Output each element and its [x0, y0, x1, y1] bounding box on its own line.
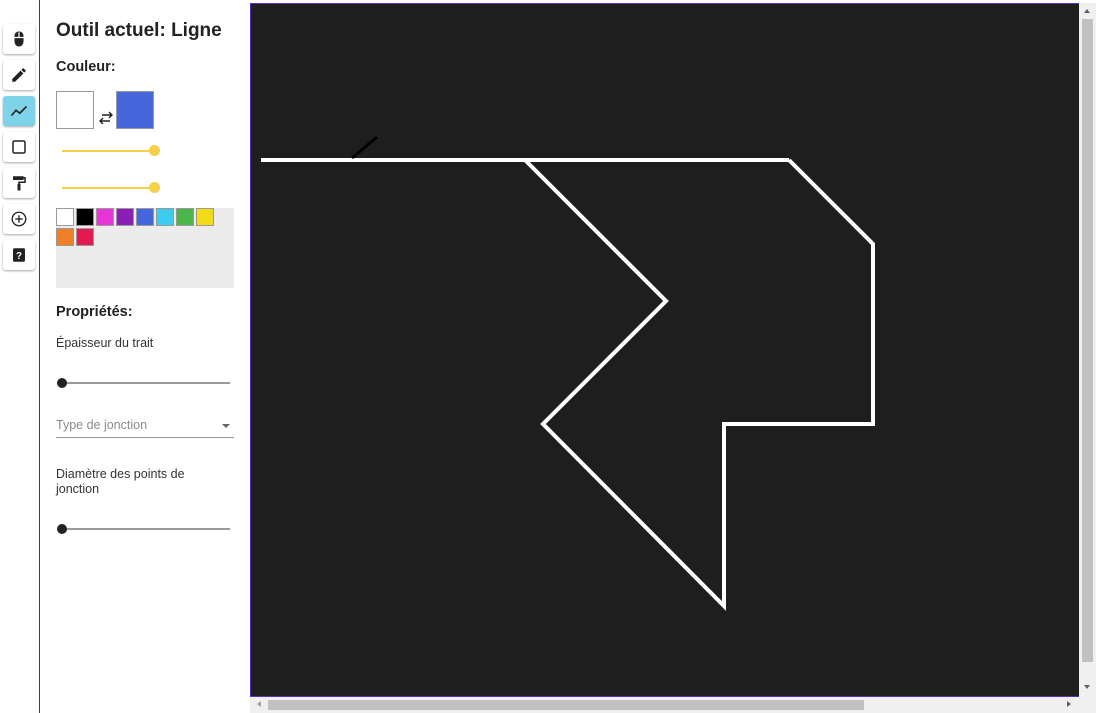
join-type-select[interactable]: Type de jonction [56, 417, 234, 438]
chevron-down-icon [222, 424, 230, 428]
scroll-up-icon[interactable] [1084, 9, 1090, 13]
primary-opacity-slider[interactable] [62, 145, 160, 157]
mouse-icon [14, 31, 24, 47]
square-icon [12, 140, 26, 154]
color-palette [56, 208, 234, 288]
slider-track [62, 150, 154, 152]
drawn-polyline-shape [523, 158, 875, 611]
vertical-scroll-thumb[interactable] [1082, 19, 1093, 662]
properties-panel: Outil actuel: Ligne Couleur: Propriétés:… [40, 0, 250, 713]
join-diameter-label: Diamètre des points de jonction [56, 467, 185, 496]
color-label: Couleur: [56, 59, 116, 75]
pencil-icon [12, 68, 26, 82]
secondary-color-swatch[interactable] [116, 91, 154, 129]
properties-label: Propriétés: [56, 304, 133, 320]
line-chart-icon [10, 105, 28, 117]
swap-colors-icon[interactable] [98, 111, 114, 125]
stroke-width-label: Épaisseur du trait [56, 336, 154, 350]
tool-rectangle-button[interactable] [3, 132, 35, 162]
slider-thumb[interactable] [57, 524, 67, 534]
drawing-surface[interactable] [251, 4, 1079, 697]
scroll-down-icon[interactable] [1084, 685, 1090, 689]
drawing-canvas[interactable] [250, 3, 1079, 697]
palette-swatch[interactable] [136, 208, 154, 226]
slider-track [60, 382, 230, 384]
line-tool-cursor [351, 135, 378, 160]
scroll-corner [1079, 697, 1096, 713]
slider-thumb[interactable] [148, 182, 160, 193]
paint-roller-icon [13, 176, 26, 191]
tool-pencil-button[interactable] [3, 60, 35, 90]
primary-color-swatch[interactable] [56, 91, 94, 129]
palette-swatch[interactable] [56, 228, 74, 246]
palette-swatch[interactable] [156, 208, 174, 226]
scroll-left-icon[interactable] [257, 701, 261, 707]
stroke-width-slider[interactable] [56, 377, 230, 389]
join-diameter-slider[interactable] [56, 523, 230, 535]
tool-add-button[interactable] [3, 204, 35, 234]
circle-plus-icon [11, 211, 27, 227]
scroll-right-icon[interactable] [1067, 701, 1071, 707]
palette-swatch[interactable] [56, 208, 74, 226]
page-title: Outil actuel: Ligne [56, 20, 222, 41]
tool-help-button[interactable]: ? [3, 240, 35, 270]
palette-swatch[interactable] [76, 208, 94, 226]
horizontal-scroll-thumb[interactable] [268, 700, 864, 710]
palette-swatch[interactable] [196, 208, 214, 226]
palette-swatch[interactable] [76, 228, 94, 246]
tool-select-button[interactable] [3, 24, 35, 54]
slider-track [62, 187, 154, 189]
svg-text:?: ? [16, 251, 22, 262]
palette-swatch[interactable] [116, 208, 134, 226]
horizontal-scrollbar[interactable] [250, 697, 1079, 713]
join-type-placeholder: Type de jonction [56, 418, 148, 432]
tool-line-button[interactable] [3, 96, 35, 126]
toolbar: ? [0, 0, 40, 713]
tool-paint-roller-button[interactable] [3, 168, 35, 198]
vertical-scrollbar[interactable] [1079, 3, 1096, 697]
slider-thumb[interactable] [57, 378, 67, 388]
slider-track [60, 528, 230, 530]
help-icon: ? [13, 248, 25, 262]
palette-swatch[interactable] [96, 208, 114, 226]
palette-swatch[interactable] [176, 208, 194, 226]
slider-thumb[interactable] [148, 145, 160, 156]
secondary-opacity-slider[interactable] [62, 182, 160, 194]
